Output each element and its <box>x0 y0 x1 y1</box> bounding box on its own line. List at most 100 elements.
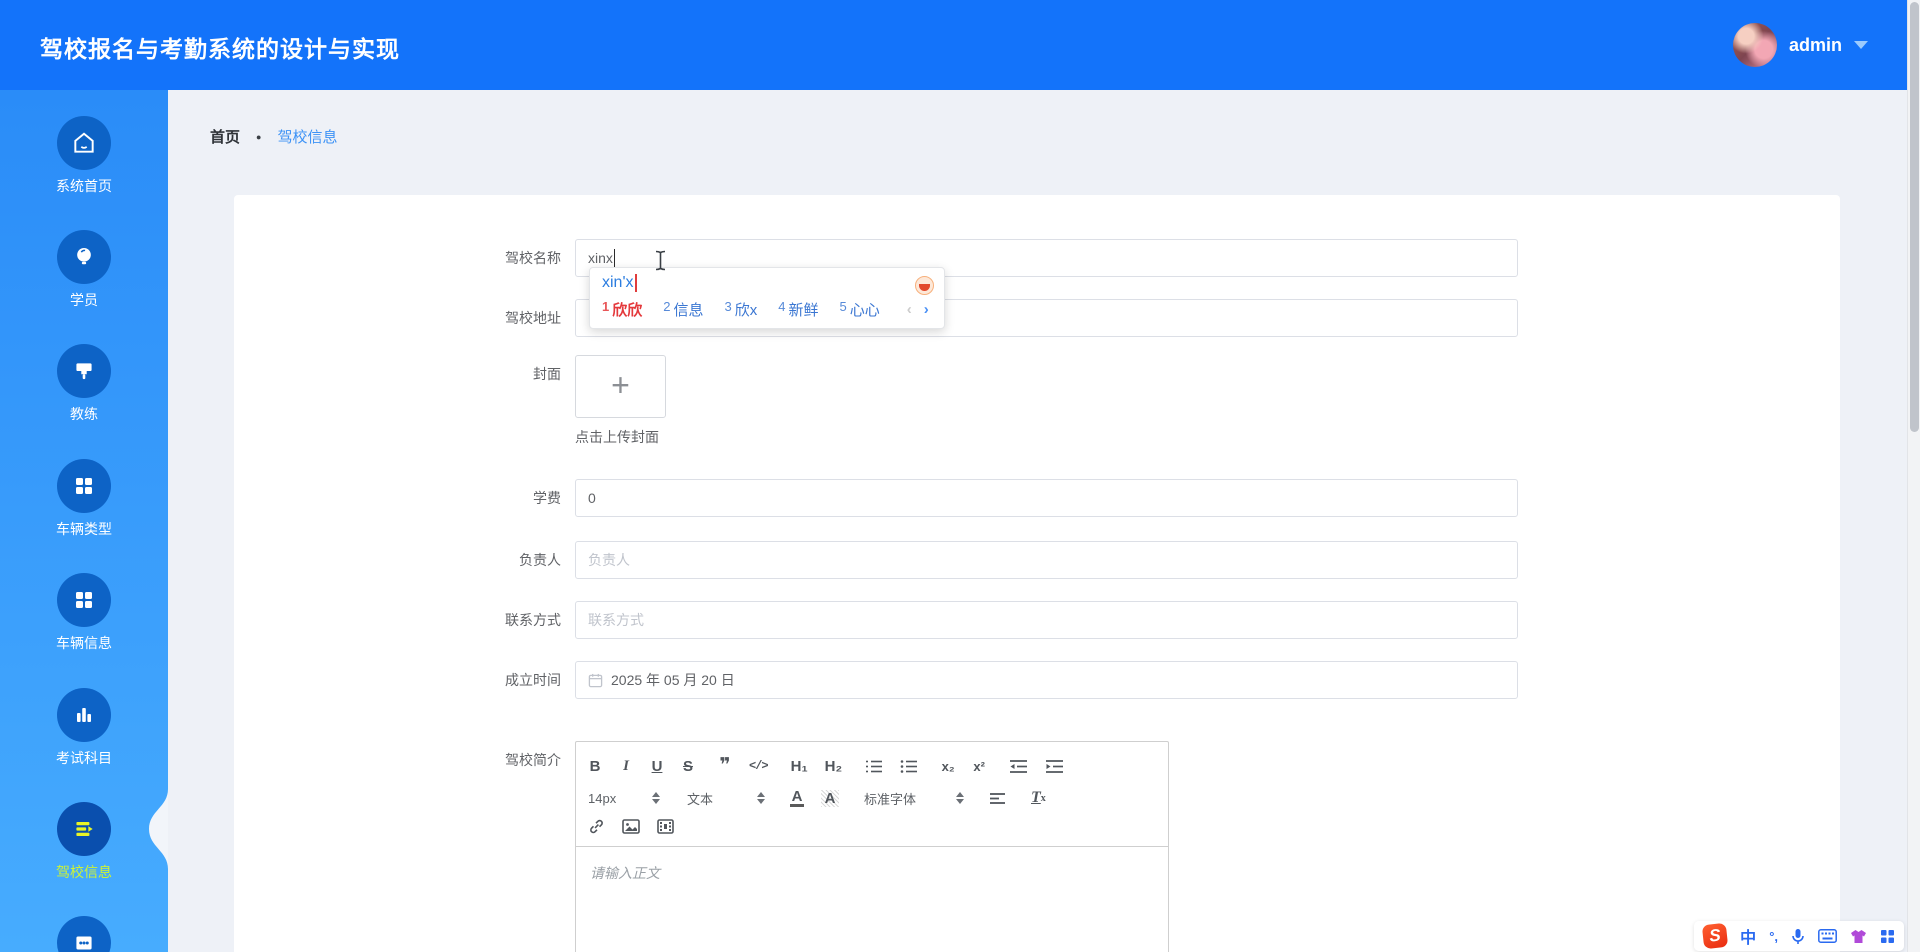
brush-icon <box>57 344 111 398</box>
founded-date-input[interactable]: 2025 年 05 月 20 日 <box>575 661 1518 699</box>
founded-date-value: 2025 年 05 月 20 日 <box>611 672 735 688</box>
blockquote-button[interactable]: ❞ <box>718 756 732 775</box>
font-size-value: 14px <box>588 790 617 806</box>
dots-icon <box>57 916 111 952</box>
app-window: 驾校报名与考勤系统的设计与实现 admin 系统首页 学员 教练 车辆类型 车辆… <box>0 0 1920 952</box>
skin-icon[interactable] <box>1850 929 1867 944</box>
toolbox-grid-icon[interactable] <box>1880 929 1895 944</box>
sidebar-item-more[interactable] <box>0 916 168 952</box>
user-menu[interactable]: admin <box>1732 22 1868 68</box>
clear-format-t: T <box>1031 789 1041 806</box>
strikethrough-button[interactable]: S <box>681 758 695 775</box>
ime-next-page[interactable]: › <box>924 301 929 318</box>
keyboard-icon[interactable] <box>1818 929 1837 943</box>
paragraph-style-picker[interactable]: 文本 <box>687 789 765 808</box>
bar-chart-icon <box>57 688 111 742</box>
home-icon <box>57 116 111 170</box>
tuition-value: 0 <box>588 490 596 506</box>
bullet-list-button[interactable] <box>900 759 918 774</box>
superscript-button[interactable]: x² <box>972 759 986 774</box>
sidebar-item-home[interactable]: 系统首页 <box>0 116 168 195</box>
ime-candidate-2[interactable]: 2 信息 <box>663 299 703 320</box>
sidebar-item-exam-subjects[interactable]: 考试科目 <box>0 688 168 767</box>
ime-candidates: 1 欣欣 2 信息 3 欣x 4 新鲜 5 心心 ‹ › <box>602 299 932 320</box>
list-arrow-icon <box>57 802 111 856</box>
breadcrumb-current[interactable]: 驾校信息 <box>277 126 337 147</box>
editor-toolbar: B I U S ❞ </> H₁ H₂ x₂ x² 14px 文本 A A 标准… <box>576 742 1168 847</box>
sidebar-item-label: 驾校信息 <box>56 864 112 880</box>
sidebar-item-vehicle-types[interactable]: 车辆类型 <box>0 459 168 538</box>
cover-upload-hint: 点击上传封面 <box>575 429 659 445</box>
sidebar-nav: 系统首页 学员 教练 车辆类型 车辆信息 考试科目 驾校信息 <box>0 90 168 952</box>
form-card: 驾校名称 xinx 驾校地址 封面 + 点击上传封面 学费 0 负责人 负责人 … <box>234 195 1840 952</box>
calendar-icon <box>588 673 603 688</box>
image-button[interactable] <box>622 818 640 834</box>
ime-candidate-1[interactable]: 1 欣欣 <box>602 299 642 320</box>
microphone-icon[interactable] <box>1791 928 1805 945</box>
school-name-value: xinx <box>588 250 613 266</box>
sidebar-item-label: 车辆类型 <box>56 521 112 537</box>
editor-body[interactable]: 请输入正文 <box>576 847 1168 952</box>
sidebar-item-coaches[interactable]: 教练 <box>0 344 168 423</box>
video-button[interactable] <box>657 818 674 834</box>
chevron-down-icon <box>1854 41 1868 49</box>
chinese-mode-icon[interactable]: 中 <box>1740 924 1756 948</box>
emoji-button[interactable] <box>915 276 934 295</box>
text-color-button[interactable]: A <box>790 789 804 807</box>
field-label-contact: 联系方式 <box>505 612 561 628</box>
ime-candidate-4[interactable]: 4 新鲜 <box>778 299 818 320</box>
ordered-list-button[interactable] <box>865 759 883 774</box>
sidebar-item-vehicle-info[interactable]: 车辆信息 <box>0 573 168 652</box>
ime-candidate-3[interactable]: 3 欣x <box>725 299 758 320</box>
grid-icon <box>57 573 111 627</box>
clear-format-x: x <box>1040 792 1046 804</box>
code-block-button[interactable]: </> <box>749 759 769 773</box>
outdent-button[interactable] <box>1009 759 1028 774</box>
sort-arrows-icon <box>757 792 765 804</box>
text-caret <box>613 249 616 267</box>
breadcrumb-separator: ● <box>256 131 262 142</box>
heading1-button[interactable]: H₁ <box>791 758 808 775</box>
cover-upload-box[interactable]: + <box>575 355 666 418</box>
punctuation-mode-icon[interactable]: °, <box>1769 929 1778 944</box>
clear-format-button[interactable]: Tx <box>1031 789 1046 807</box>
field-label-manager: 负责人 <box>519 552 561 568</box>
grid-icon <box>57 459 111 513</box>
sogou-logo-icon[interactable]: S <box>1701 922 1729 950</box>
username-label: admin <box>1788 34 1842 55</box>
ime-prev-page[interactable]: ‹ <box>907 301 912 318</box>
bulb-icon <box>57 230 111 284</box>
link-button[interactable] <box>588 818 605 835</box>
app-title: 驾校报名与考勤系统的设计与实现 <box>40 36 400 62</box>
contact-input[interactable] <box>575 601 1518 639</box>
font-size-picker[interactable]: 14px <box>588 791 660 806</box>
align-button[interactable] <box>989 792 1006 805</box>
ime-caret <box>634 274 637 292</box>
bold-button[interactable]: B <box>588 758 602 775</box>
manager-input[interactable] <box>575 541 1518 579</box>
sidebar-item-label: 考试科目 <box>56 750 112 766</box>
sidebar-item-label: 教练 <box>70 406 98 422</box>
italic-button[interactable]: I <box>619 758 633 775</box>
ime-candidate-5[interactable]: 5 心心 <box>840 299 880 320</box>
underline-button[interactable]: U <box>650 758 664 775</box>
background-color-button[interactable]: A <box>821 789 839 807</box>
ime-popup: xin'x 1 欣欣 2 信息 3 欣x 4 新鲜 5 心心 ‹ › <box>589 267 945 329</box>
sidebar-item-label: 车辆信息 <box>56 635 112 651</box>
field-label-cover: 封面 <box>533 366 561 382</box>
avatar <box>1732 23 1777 67</box>
scrollbar-thumb[interactable] <box>1910 2 1919 432</box>
sidebar-item-school-info[interactable]: 驾校信息 <box>0 802 168 881</box>
tuition-input[interactable]: 0 <box>575 479 1518 517</box>
indent-button[interactable] <box>1045 759 1064 774</box>
rich-text-editor: B I U S ❞ </> H₁ H₂ x₂ x² 14px 文本 A A 标准… <box>575 741 1169 952</box>
field-label-tuition: 学费 <box>533 490 561 506</box>
font-family-picker[interactable]: 标准字体 <box>864 789 964 808</box>
scrollbar-track[interactable] <box>1907 0 1920 952</box>
main-content: 首页 ● 驾校信息 驾校名称 xinx 驾校地址 封面 + 点击上传封面 学费 … <box>168 90 1920 952</box>
top-header: 驾校报名与考勤系统的设计与实现 admin <box>0 0 1920 90</box>
heading2-button[interactable]: H₂ <box>825 758 843 775</box>
sidebar-item-students[interactable]: 学员 <box>0 230 168 309</box>
subscript-button[interactable]: x₂ <box>941 759 955 774</box>
breadcrumb: 首页 ● 驾校信息 <box>210 126 337 147</box>
